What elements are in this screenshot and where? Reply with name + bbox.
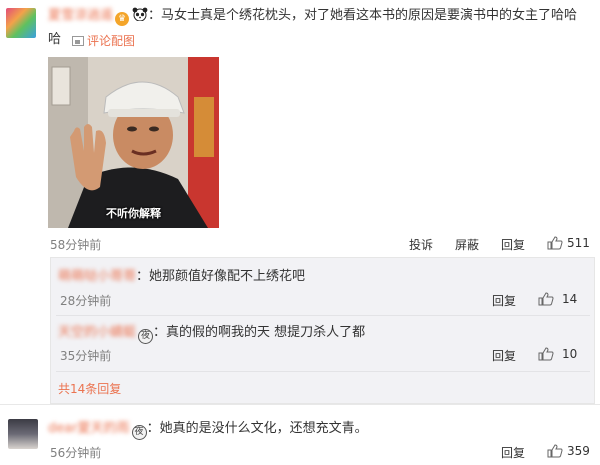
- reply-user-name[interactable]: 天空的小蜻蜓: [58, 325, 136, 340]
- more-replies-link[interactable]: 共14条回复: [58, 380, 121, 397]
- thumbs-up-icon[interactable]: [547, 444, 563, 458]
- reply-button[interactable]: 回复: [492, 292, 516, 309]
- picture-link-label: 评论配图: [87, 34, 136, 48]
- comment-body: ：她真的是没什么文化，还想充文青。: [146, 421, 368, 436]
- reply-body: ：真的假的啊我的天 想提刀杀人了都: [153, 325, 366, 340]
- like-count: 359: [567, 444, 590, 458]
- report-button[interactable]: 投诉: [409, 236, 433, 253]
- meme-image-art: [48, 57, 219, 228]
- picture-icon: [72, 36, 84, 46]
- comment-text: 夏雪涼逍遥 ♛ ：马女士真是个绣花枕头，对了她看这本书的原因是要演书中的女主了哈哈: [48, 7, 577, 26]
- divider: [56, 315, 590, 316]
- block-button[interactable]: 屏蔽: [455, 236, 479, 253]
- reply-body: ：她那颜值好像配不上绣花吧: [136, 269, 306, 284]
- comment-image[interactable]: 不听你解释: [48, 57, 219, 228]
- like-count: 511: [567, 236, 590, 250]
- reply-time: 35分钟前: [60, 349, 112, 363]
- divider: [0, 404, 600, 405]
- thumbs-up-icon[interactable]: [538, 347, 554, 361]
- divider: [56, 371, 590, 372]
- night-mode-icon: 夜: [138, 329, 154, 344]
- comment-picture-link[interactable]: 评论配图: [72, 32, 135, 49]
- avatar[interactable]: [8, 419, 38, 449]
- vip-crown-icon: ♛: [115, 12, 130, 26]
- like-count: 14: [562, 292, 578, 306]
- comment-text: dear夏天的雨夜：她真的是没什么文化，还想充文青。: [48, 420, 368, 440]
- avatar[interactable]: [6, 8, 36, 38]
- reply-user-name[interactable]: 萌萌哒小哥哥: [58, 269, 136, 284]
- reply-button[interactable]: 回复: [501, 444, 525, 461]
- thumbs-up-icon[interactable]: [538, 292, 554, 306]
- user-name[interactable]: dear夏天的雨: [48, 421, 130, 436]
- reply-time: 28分钟前: [60, 294, 112, 308]
- meme-caption: 不听你解释: [106, 207, 161, 220]
- comment-text-cont: 哈: [48, 32, 62, 47]
- reply-button[interactable]: 回复: [501, 236, 525, 253]
- user-name[interactable]: 夏雪涼逍遥: [48, 8, 113, 23]
- comment-time: 58分钟前: [50, 238, 102, 252]
- reply-text: 萌萌哒小哥哥：她那颜值好像配不上绣花吧: [58, 268, 305, 286]
- thumbs-up-icon[interactable]: [547, 236, 563, 250]
- comment-time: 56分钟前: [50, 446, 102, 460]
- comment-body: ：马女士真是个绣花枕头，对了她看这本书的原因是要演书中的女主了哈哈: [148, 8, 578, 23]
- like-count: 10: [562, 347, 578, 361]
- reply-text: 天空的小蜻蜓夜：真的假的啊我的天 想提刀杀人了都: [58, 324, 365, 344]
- night-mode-icon: 夜: [131, 425, 147, 440]
- reply-button[interactable]: 回复: [492, 347, 516, 364]
- panda-icon: [132, 7, 148, 21]
